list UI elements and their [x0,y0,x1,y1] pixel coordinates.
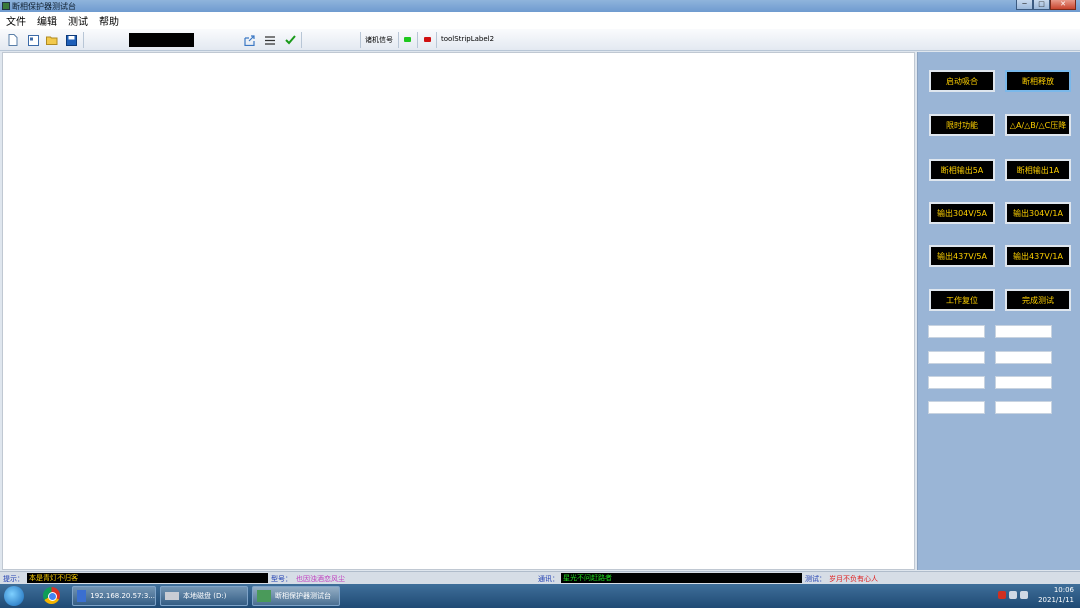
test-label: 测试： [805,575,826,583]
open-folder-icon[interactable] [45,33,59,47]
taskbar-item-label: 192.168.20.57:3... [90,592,155,600]
taskbar: 192.168.20.57:3... 本地磁盘 (D:) 断相保护器测试台 10… [0,584,1080,608]
output-437v-1a-button[interactable]: 输出437V/1A [1005,245,1071,267]
phase-release-button[interactable]: 断相释放 [1005,70,1071,92]
value-field[interactable] [995,401,1052,414]
status-bar: 提示： 本是青灯不归客 型号： 也因浊酒恋风尘 通讯： 星光不问赶路者 测试： … [0,571,1080,584]
black-field [129,33,194,47]
output-304v-1a-button[interactable]: 输出304V/1A [1005,202,1071,224]
time-limit-button[interactable]: 限时功能 [929,114,995,136]
chrome-icon[interactable] [43,587,60,604]
phase-output-5a-button[interactable]: 断相输出5A [929,159,995,181]
toolbar-separator [83,32,84,48]
taskbar-item-label: 断相保护器测试台 [275,592,331,600]
toolbar-separator [417,32,418,48]
toolbar-separator [398,32,399,48]
value-field[interactable] [995,351,1052,364]
window-icon[interactable] [26,33,40,47]
save-icon[interactable] [64,33,78,47]
status-label: toolStripLabel2 [441,35,495,43]
value-field[interactable] [928,376,985,389]
menu-help[interactable]: 帮助 [99,13,119,28]
finish-test-button[interactable]: 完成测试 [1005,289,1071,311]
menu-file[interactable]: 文件 [6,13,26,28]
menu-edit[interactable]: 编辑 [37,13,57,28]
hint-value: 本是青灯不归客 [27,573,268,583]
toolbar-separator [360,32,361,48]
control-panel: 启动吸合 断相释放 限时功能 △A/△B/△C压降 断相输出5A 断相输出1A … [917,52,1080,570]
close-button[interactable]: ✕ [1050,0,1076,10]
test-value: 岁月不负有心人 [829,575,878,583]
value-field[interactable] [995,325,1052,338]
minimize-button[interactable]: ─ [1016,0,1033,10]
toolbar-separator [436,32,437,48]
hint-label: 提示： [3,575,24,583]
comm-label: 通讯： [538,575,559,583]
value-field[interactable] [928,401,985,414]
toolbar-separator [301,32,302,48]
export-icon[interactable] [243,33,257,47]
signal-label: 诸机信号 [365,36,393,44]
tray-app-icon[interactable] [998,591,1006,599]
start-button[interactable] [4,586,24,606]
disk-icon [165,592,179,600]
toolbar: 诸机信号 toolStripLabel2 [0,29,1080,51]
new-file-icon[interactable] [6,33,20,47]
window-title: 断相保护器测试台 [12,2,76,11]
check-icon[interactable] [283,33,297,47]
title-bar: 断相保护器测试台 ─ □ ✕ [0,0,1080,12]
voltage-drop-button[interactable]: △A/△B/△C压降 [1005,114,1071,136]
model-label: 型号： [271,575,292,583]
output-304v-5a-button[interactable]: 输出304V/5A [929,202,995,224]
app-icon [257,590,271,602]
taskbar-item-label: 本地磁盘 (D:) [183,592,227,600]
remote-desktop-icon [77,590,87,602]
taskbar-item-remote[interactable]: 192.168.20.57:3... [72,586,156,606]
green-led-icon [404,37,411,42]
menu-bar: 文件 编辑 测试 帮助 [0,12,1080,29]
menu-test[interactable]: 测试 [68,13,88,28]
volume-icon[interactable] [1020,591,1028,599]
window-controls: ─ □ ✕ [1016,0,1076,11]
reset-button[interactable]: 工作复位 [929,289,995,311]
model-value: 也因浊酒恋风尘 [296,575,345,583]
main-canvas [2,52,915,570]
value-field[interactable] [928,351,985,364]
app-icon [2,2,10,10]
list-icon[interactable] [263,33,277,47]
red-led-icon [424,37,431,42]
network-icon[interactable] [1009,591,1017,599]
clock-time: 10:06 [1053,586,1074,594]
taskbar-item-app[interactable]: 断相保护器测试台 [252,586,340,606]
output-437v-5a-button[interactable]: 输出437V/5A [929,245,995,267]
value-field[interactable] [928,325,985,338]
clock-date: 2021/1/11 [1038,596,1074,604]
maximize-button[interactable]: □ [1033,0,1050,10]
taskbar-item-disk[interactable]: 本地磁盘 (D:) [160,586,248,606]
system-tray [998,591,1028,599]
value-field[interactable] [995,376,1052,389]
comm-value: 星光不问赶路者 [561,573,802,583]
clock[interactable]: 10:06 2021/1/11 [1038,585,1074,605]
start-close-button[interactable]: 启动吸合 [929,70,995,92]
phase-output-1a-button[interactable]: 断相输出1A [1005,159,1071,181]
